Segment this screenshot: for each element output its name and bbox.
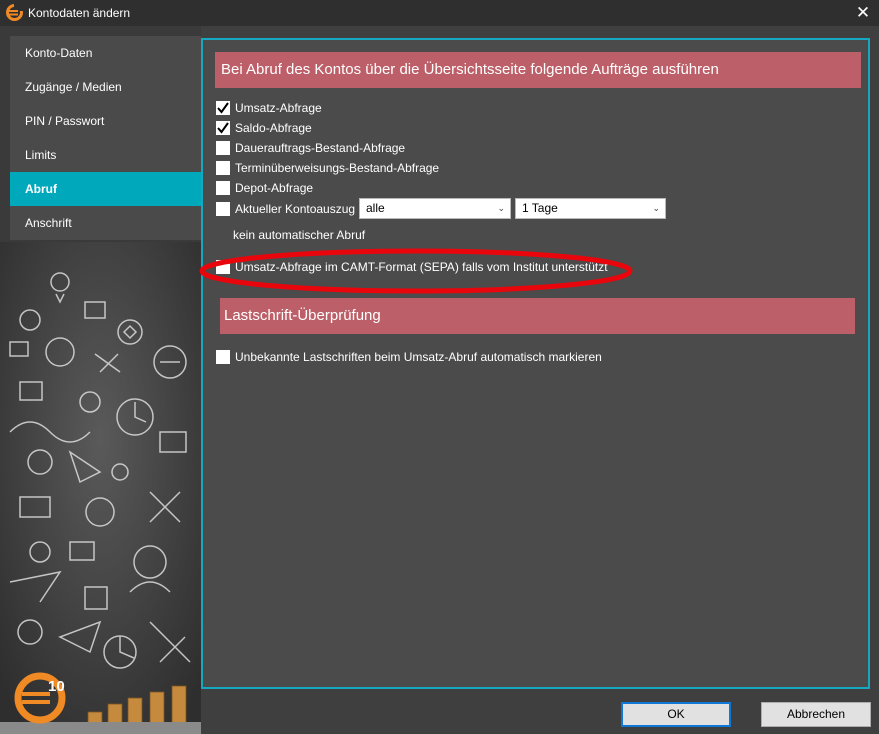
sidebar: 10 Konto-Daten Zugänge / Medien PIN / Pa… — [0, 26, 201, 734]
kontoauszug-label: Aktueller Kontoauszug — [235, 202, 356, 216]
window-title: Kontodaten ändern — [28, 6, 131, 20]
logo-number: 10 — [48, 678, 65, 695]
abruf-section-header: Bei Abruf des Kontos über die Übersichts… — [215, 52, 861, 88]
depot-abfrage-checkbox[interactable] — [216, 181, 230, 195]
close-icon[interactable]: ✕ — [853, 3, 873, 23]
tage-select-value: 1 Tage — [522, 201, 558, 215]
sidebar-item-zugaenge-medien[interactable]: Zugänge / Medien — [10, 70, 201, 104]
umsatz-abfrage-label: Umsatz-Abfrage — [235, 101, 322, 115]
terminueberweisung-label: Terminüberweisungs-Bestand-Abfrage — [235, 161, 440, 175]
title-bar: Kontodaten ändern ✕ — [0, 0, 879, 26]
chalkboard-doodle-art — [0, 242, 201, 734]
lastschrift-markieren-checkbox[interactable] — [216, 350, 230, 364]
dauerauftrag-checkbox[interactable] — [216, 141, 230, 155]
abruf-settings-panel: Bei Abruf des Kontos über die Übersichts… — [199, 38, 870, 689]
sidebar-item-konto-daten[interactable]: Konto-Daten — [10, 36, 201, 70]
saldo-abfrage-label: Saldo-Abfrage — [235, 121, 312, 135]
umsatz-abfrage-checkbox[interactable] — [216, 101, 230, 115]
chevron-down-icon: ⌄ — [497, 203, 505, 213]
checkmark-icon — [217, 102, 229, 114]
depot-abfrage-label: Depot-Abfrage — [235, 181, 314, 195]
camt-format-label: Umsatz-Abfrage im CAMT-Format (SEPA) fal… — [235, 260, 608, 274]
kontoauszug-select[interactable]: alle ⌄ — [359, 198, 511, 219]
sidebar-item-limits[interactable]: Limits — [10, 138, 201, 172]
ok-button[interactable]: OK — [621, 702, 731, 727]
saldo-abfrage-checkbox[interactable] — [216, 121, 230, 135]
chevron-down-icon: ⌄ — [652, 203, 660, 213]
euro-logo-icon — [6, 4, 23, 21]
sidebar-menu: Konto-Daten Zugänge / Medien PIN / Passw… — [10, 36, 201, 240]
sidebar-item-pin-passwort[interactable]: PIN / Passwort — [10, 104, 201, 138]
terminueberweisung-checkbox[interactable] — [216, 161, 230, 175]
camt-format-checkbox[interactable] — [216, 260, 230, 274]
dauerauftrag-label: Dauerauftrags-Bestand-Abfrage — [235, 141, 406, 155]
kontoauszug-select-value: alle — [366, 201, 385, 215]
tage-select[interactable]: 1 Tage ⌄ — [515, 198, 666, 219]
lastschrift-markieren-label: Unbekannte Lastschriften beim Umsatz-Abr… — [235, 350, 602, 364]
sidebar-item-anschrift[interactable]: Anschrift — [10, 206, 201, 240]
checkmark-icon — [217, 122, 229, 134]
kontoauszug-checkbox[interactable] — [216, 202, 230, 216]
cancel-button[interactable]: Abbrechen — [761, 702, 871, 727]
lastschrift-section-header: Lastschrift-Überprüfung — [220, 298, 855, 334]
kein-abruf-hint: kein automatischer Abruf — [233, 228, 366, 242]
sidebar-item-abruf[interactable]: Abruf — [10, 172, 201, 206]
